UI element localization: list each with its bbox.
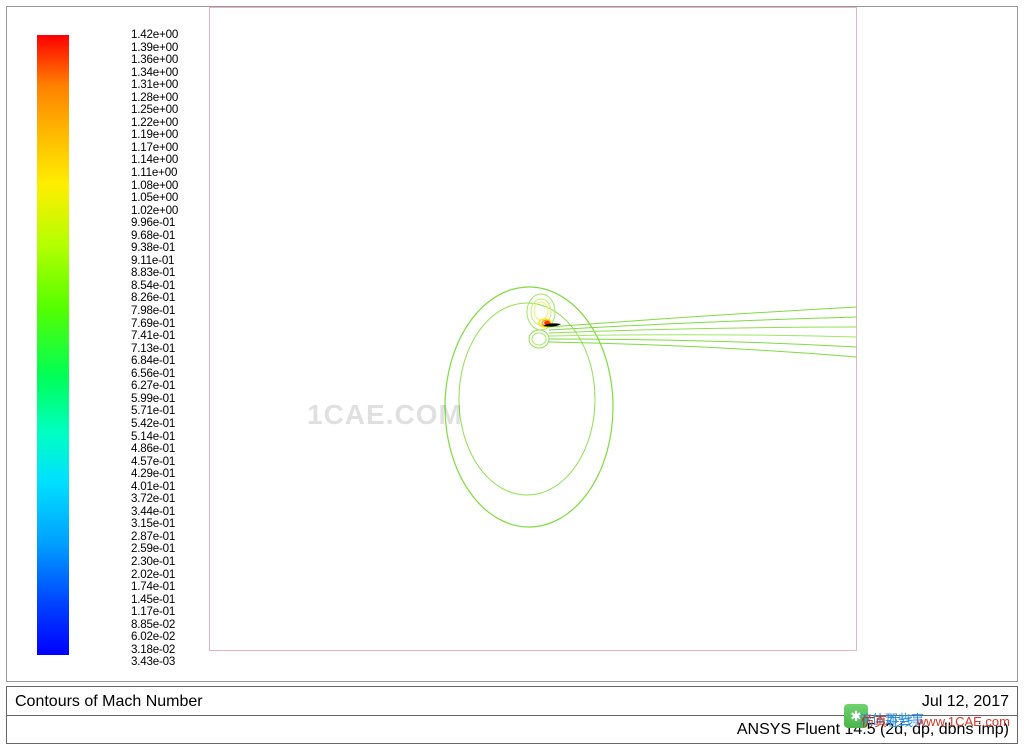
contour-plot [209, 7, 857, 651]
footer-panel: Contours of Mach Number Jul 12, 2017 ANS… [6, 686, 1018, 744]
plot-area: 1.42e+001.39e+001.36e+001.34e+001.31e+00… [6, 6, 1018, 682]
footer-divider [7, 715, 1017, 716]
legend-value: 3.43e-03 [131, 656, 231, 668]
colorbar [37, 35, 69, 655]
plot-date: Jul 12, 2017 [922, 693, 1009, 711]
software-version: ANSYS Fluent 14.5 (2d, dp, dbns imp) [737, 721, 1009, 739]
plot-title: Contours of Mach Number [15, 693, 203, 711]
color-legend: 1.42e+001.39e+001.36e+001.34e+001.31e+00… [37, 29, 207, 669]
